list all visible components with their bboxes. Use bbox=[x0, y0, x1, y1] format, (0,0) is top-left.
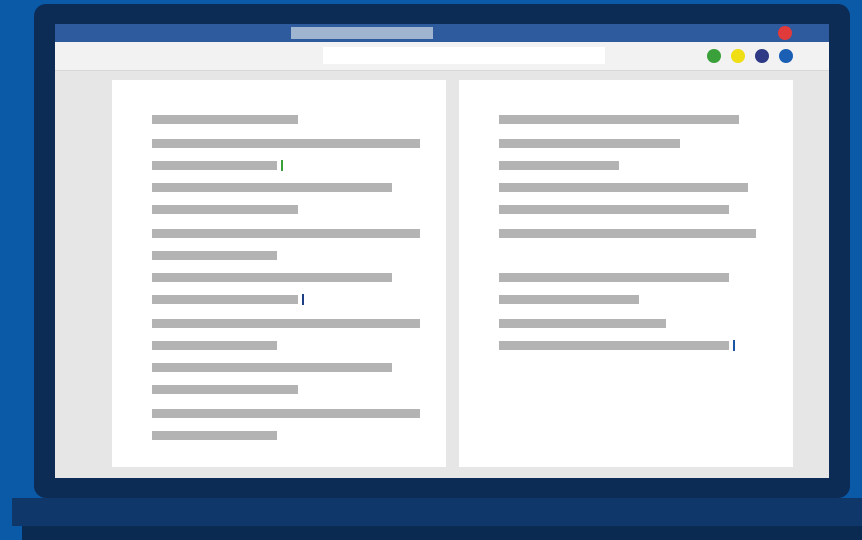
text-line bbox=[499, 115, 739, 124]
text-line bbox=[152, 385, 298, 394]
laptop-base-edge bbox=[22, 526, 862, 540]
document-page-left[interactable] bbox=[112, 80, 446, 467]
close-icon[interactable] bbox=[778, 26, 792, 40]
text-line bbox=[499, 273, 729, 282]
address-bar[interactable] bbox=[323, 47, 605, 64]
text-line bbox=[499, 341, 729, 350]
navy-dot-button[interactable] bbox=[755, 49, 769, 63]
text-cursor-icon bbox=[302, 294, 304, 305]
app-window bbox=[55, 24, 829, 478]
text-line bbox=[152, 319, 420, 328]
text-line bbox=[152, 363, 392, 372]
toolbar bbox=[55, 42, 829, 71]
text-line bbox=[152, 229, 420, 238]
text-cursor-icon bbox=[733, 340, 735, 351]
yellow-dot-button[interactable] bbox=[731, 49, 745, 63]
title-bar bbox=[55, 24, 829, 42]
text-line bbox=[499, 161, 619, 170]
text-line bbox=[152, 295, 298, 304]
text-line bbox=[152, 341, 277, 350]
text-line bbox=[499, 295, 639, 304]
text-line bbox=[499, 319, 666, 328]
text-line bbox=[499, 205, 729, 214]
text-line bbox=[152, 251, 277, 260]
text-line bbox=[152, 139, 420, 148]
text-line bbox=[152, 273, 392, 282]
text-line bbox=[152, 409, 420, 418]
text-line bbox=[499, 229, 756, 238]
text-line bbox=[152, 115, 298, 124]
text-line bbox=[152, 161, 277, 170]
text-line bbox=[152, 431, 277, 440]
text-cursor-icon bbox=[281, 160, 283, 171]
laptop-base bbox=[12, 498, 862, 526]
document-tab[interactable] bbox=[291, 27, 433, 39]
blue-dot-button[interactable] bbox=[779, 49, 793, 63]
text-line bbox=[499, 139, 680, 148]
document-page-right[interactable] bbox=[459, 80, 793, 467]
green-dot-button[interactable] bbox=[707, 49, 721, 63]
text-line bbox=[152, 205, 298, 214]
text-line bbox=[499, 183, 748, 192]
text-line bbox=[152, 183, 392, 192]
